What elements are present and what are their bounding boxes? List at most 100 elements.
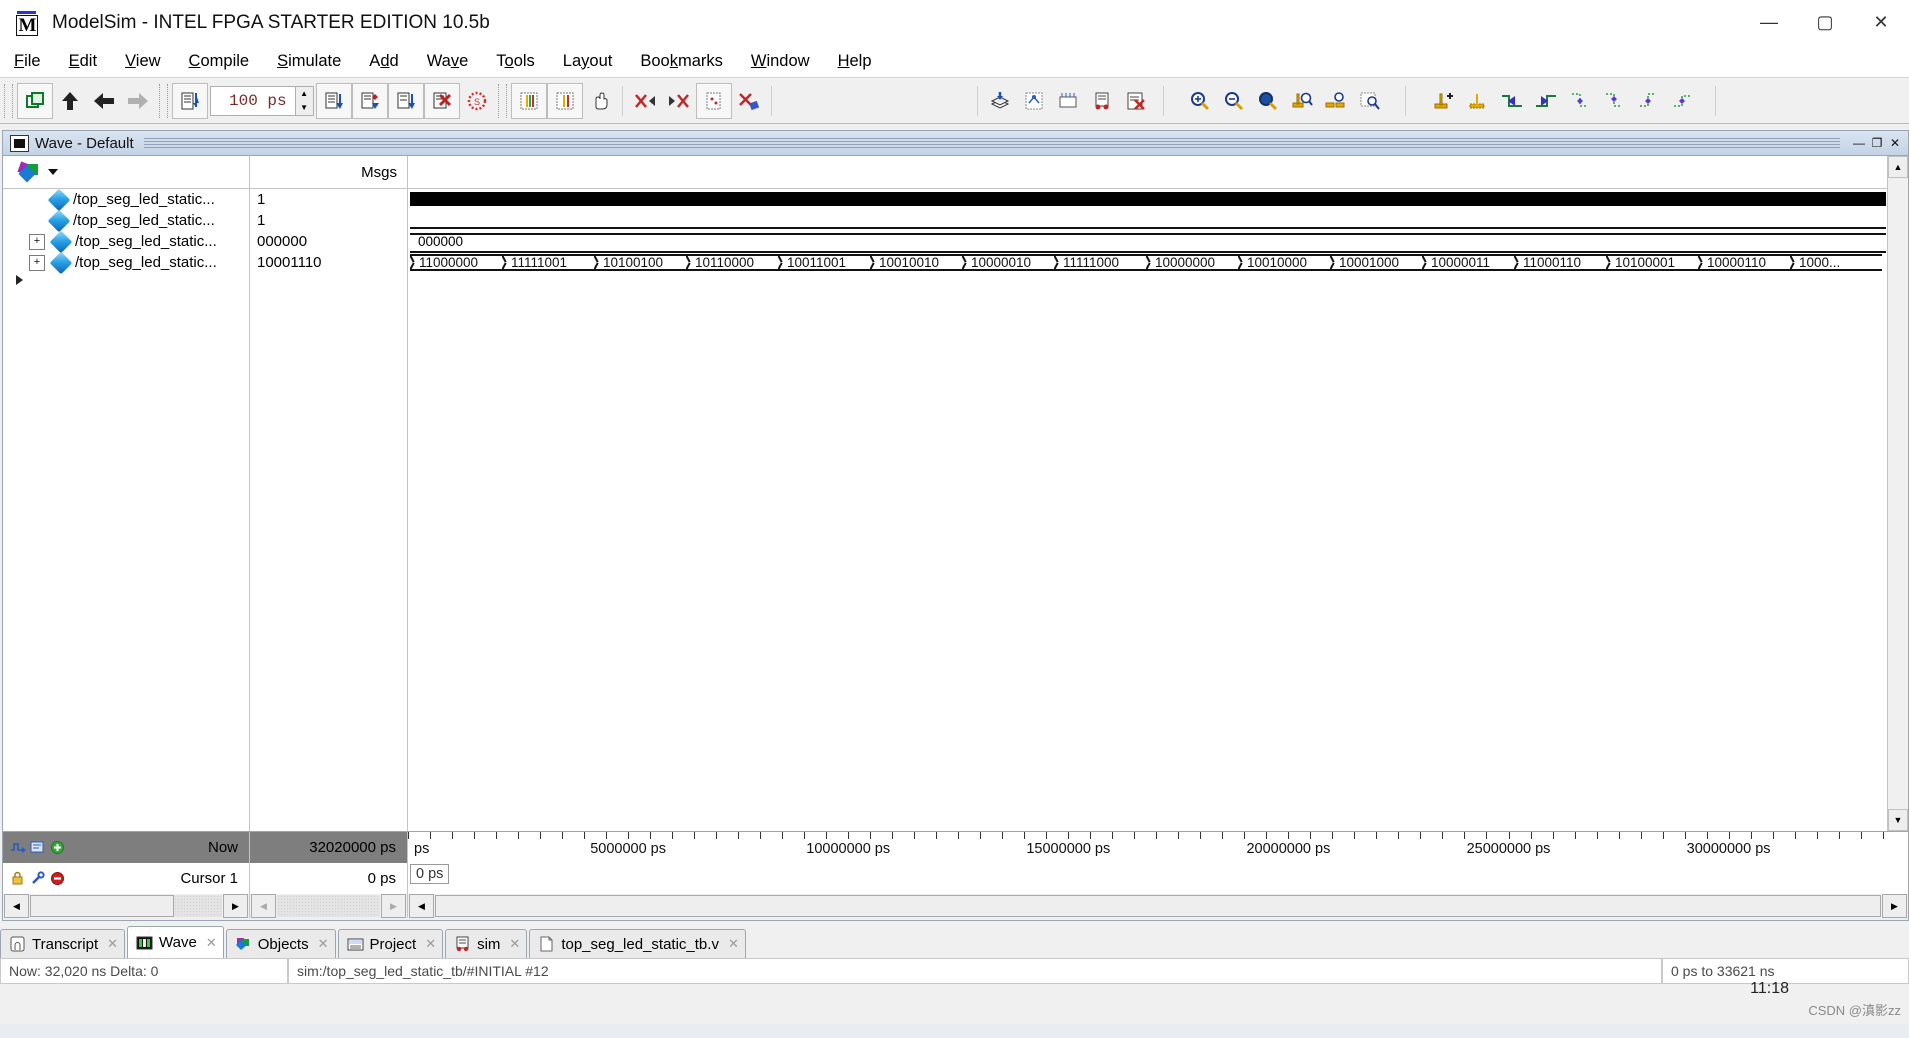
tab-close-icon[interactable]: ✕ [728,936,739,952]
names-scroll-trough[interactable] [30,895,222,917]
toolbar-grip-3[interactable] [497,83,507,118]
zoom-full-icon[interactable] [1251,84,1285,118]
tab-top-seg-led-static-tb-v[interactable]: top_seg_led_static_tb.v ✕ [529,929,746,958]
zoom-cursor-icon[interactable] [1285,84,1319,118]
wave-scroll-left[interactable]: ◀ [409,894,434,918]
paste-icon[interactable] [695,82,732,119]
copy-windows-icon[interactable] [17,82,53,119]
waveform-row[interactable]: 000000 [408,231,1908,253]
wave-minimize-button[interactable]: — [1850,134,1868,152]
continue-run-icon[interactable] [351,82,388,119]
back-arrow-icon[interactable] [87,84,121,118]
wrench-icon[interactable] [30,871,47,886]
wave-window-grip[interactable] [143,138,1840,148]
find-prev-icon[interactable] [1563,84,1597,118]
minimize-button[interactable]: — [1741,0,1797,45]
tab-transcript[interactable]: Transcript ✕ [0,929,126,958]
menu-item-edit[interactable]: Edit [55,49,111,74]
delete-cursor-icon[interactable] [1461,84,1495,118]
values-scroll-left[interactable]: ◀ [251,894,276,918]
signal-row[interactable]: + /top_seg_led_static... [3,230,249,253]
scroll-up-arrow[interactable]: ▲ [1888,156,1908,178]
maximize-button[interactable]: ▢ [1797,0,1853,45]
close-button[interactable]: ✕ [1853,0,1909,45]
delete-cursor-icon[interactable] [50,871,67,886]
menu-item-simulate[interactable]: Simulate [263,49,355,74]
values-scroll-right[interactable]: ▶ [381,894,406,918]
zoom-out-icon[interactable] [1217,84,1251,118]
menu-item-view[interactable]: View [111,49,174,74]
restart-icon[interactable] [172,82,208,119]
insert-cursor-icon[interactable] [1427,84,1461,118]
delete-list-icon[interactable] [1119,84,1153,118]
lock-icon[interactable] [10,871,27,886]
wave-hscrollbar[interactable]: ◀ ▶ [408,894,1908,918]
names-scroll-left[interactable]: ◀ [4,894,29,918]
timeline-ruler[interactable]: ps 5000000 ps 10000000 ps 15000000 ps 200000… [408,832,1908,894]
tab-close-icon[interactable]: ✕ [318,936,329,952]
waveform-row[interactable] [408,189,1908,210]
wave-scroll-thumb[interactable] [435,895,1881,917]
scroll-down-arrow[interactable]: ▼ [1888,809,1908,831]
stop-icon[interactable]: S [460,84,494,118]
names-scroll-right[interactable]: ▶ [223,894,248,918]
dataflow-icon[interactable] [1017,84,1051,118]
menu-item-file[interactable]: File [0,49,55,74]
up-arrow-icon[interactable] [53,84,87,118]
tab-close-icon[interactable]: ✕ [425,936,436,952]
run-all-icon[interactable] [387,82,424,119]
waveform-column[interactable]: 000000 11000000 11111001 10100100 10110000 10… [408,156,1908,831]
wave-scroll-right[interactable]: ▶ [1882,894,1907,918]
menu-item-add[interactable]: Add [355,49,412,74]
tab-close-icon[interactable]: ✕ [509,936,520,952]
signal-row[interactable]: + /top_seg_led_static... [3,251,249,274]
cut-left-icon[interactable] [628,84,662,118]
find-next-icon[interactable] [1597,84,1631,118]
run-length-stepper[interactable]: 100 ps ▲ ▼ [210,85,314,116]
waveform-row[interactable] [408,210,1908,231]
tree-expander-icon[interactable] [16,275,23,285]
wave-cursor2-icon[interactable] [546,82,583,119]
tab-project[interactable]: Project ✕ [337,929,444,958]
menu-item-layout[interactable]: Layout [549,49,627,74]
zoom-range-icon[interactable] [1319,84,1353,118]
find-prev-falling-icon[interactable] [1631,84,1665,118]
menu-item-tools[interactable]: Tools [482,49,549,74]
expand-icon[interactable]: + [29,254,45,271]
values-scroll-trough[interactable] [277,895,380,917]
values-hscrollbar[interactable]: ◀ ▶ [250,894,408,918]
waveform-canvas[interactable]: 000000 11000000 11111001 10100100 10110000 10… [408,189,1908,832]
tab-close-icon[interactable]: ✕ [206,935,217,951]
break-icon[interactable] [423,82,460,119]
toolbar-grip-2[interactable] [159,83,168,118]
forward-arrow-icon[interactable] [121,84,155,118]
memory-icon[interactable] [1051,84,1085,118]
chevron-down-icon[interactable] [48,169,58,175]
run-length-arrows[interactable]: ▲ ▼ [294,86,313,115]
cut-right-icon[interactable] [662,84,696,118]
hand-pan-icon[interactable] [583,84,617,118]
find-next-falling-icon[interactable] [1665,84,1699,118]
wave-scroll-trough[interactable] [435,895,1881,917]
tab-objects[interactable]: Objects ✕ [225,929,336,958]
menu-item-bookmarks[interactable]: Bookmarks [626,49,737,74]
save-stack-icon[interactable] [983,84,1017,118]
delete-icon[interactable] [732,84,766,118]
expand-icon[interactable]: + [29,233,45,250]
waveform-row[interactable]: 11000000 11111001 10100100 10110000 10011001… [408,252,1908,273]
add-cursor-icon[interactable] [50,840,67,855]
zoom-select-icon[interactable] [1353,84,1387,118]
names-scroll-thumb[interactable] [30,895,174,917]
menu-item-help[interactable]: Help [824,49,886,74]
wave-cursor-icon[interactable] [510,82,547,119]
names-hscrollbar[interactable]: ◀ ▶ [3,894,250,918]
menu-item-compile[interactable]: Compile [175,49,264,74]
toolbar-grip[interactable] [4,83,13,118]
menu-item-wave[interactable]: Wave [413,49,483,74]
menu-item-window[interactable]: Window [737,49,824,74]
tab-sim[interactable]: sim ✕ [445,929,528,958]
wave-restore-button[interactable]: ❐ [1868,134,1886,152]
zoom-in-icon[interactable] [1183,84,1217,118]
run-icon[interactable] [315,82,352,119]
annotate-icon[interactable] [30,840,47,855]
